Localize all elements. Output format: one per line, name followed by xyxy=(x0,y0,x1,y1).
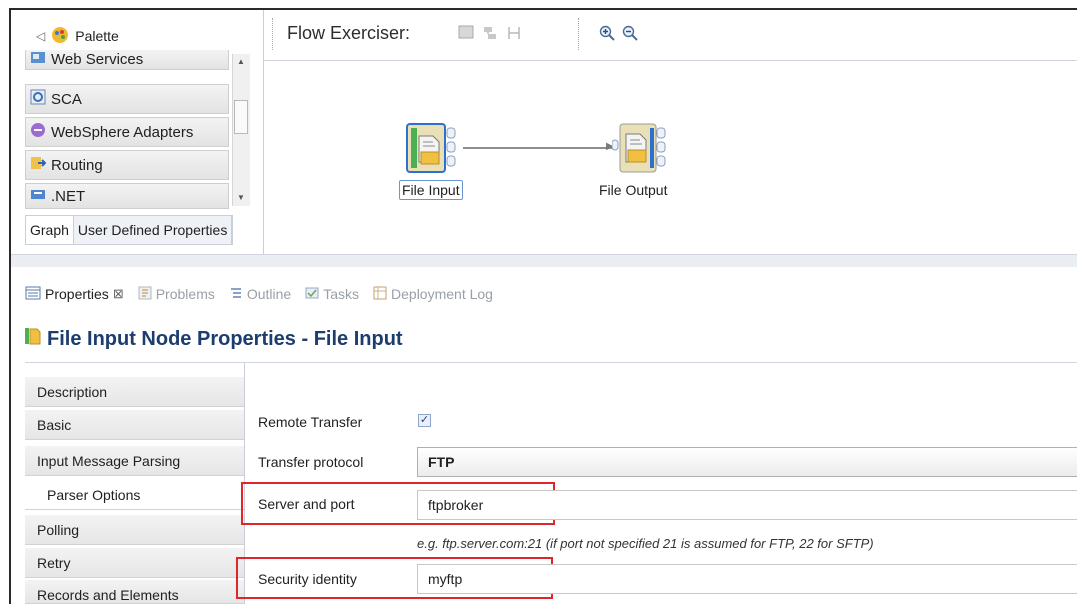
tab-user-defined-properties[interactable]: User Defined Properties xyxy=(73,216,233,244)
file-input-node-icon[interactable] xyxy=(405,122,459,174)
tab-label: Problems xyxy=(155,286,215,302)
deployment-log-icon xyxy=(373,286,387,303)
editor-tabs: Graph User Defined Properties xyxy=(25,215,234,245)
transfer-protocol-select[interactable]: FTP xyxy=(417,447,1077,477)
web-services-icon xyxy=(30,50,46,70)
send-message-icon[interactable] xyxy=(482,25,498,41)
scroll-up-icon[interactable]: ▲ xyxy=(234,56,248,68)
file-output-node-icon[interactable] xyxy=(611,122,666,174)
tab-properties[interactable]: Properties ⊠ xyxy=(25,286,124,303)
zoom-out-icon[interactable] xyxy=(622,25,638,41)
start-flow-exerciser-icon[interactable] xyxy=(458,25,474,41)
palette-item-label: .NET xyxy=(51,187,86,205)
section-input-message-parsing[interactable]: Input Message Parsing xyxy=(25,446,244,476)
tasks-icon xyxy=(305,286,319,303)
palette-icon xyxy=(51,26,69,47)
collapse-left-icon[interactable]: ◁ xyxy=(36,29,45,43)
palette-item-websphere-adapters[interactable]: WebSphere Adapters xyxy=(25,117,229,147)
tab-label: Tasks xyxy=(323,286,360,302)
close-icon[interactable]: ⊠ xyxy=(113,286,124,302)
palette-item-routing[interactable]: Routing xyxy=(25,150,229,180)
palette-label: Palette xyxy=(75,28,119,44)
palette-header[interactable]: ◁ Palette xyxy=(36,24,119,48)
toolbar-separator xyxy=(578,18,580,50)
palette-item-label: Routing xyxy=(51,156,103,174)
problems-icon xyxy=(138,286,152,303)
server-port-hint: e.g. ftp.server.com:21 (if port not spec… xyxy=(417,536,874,551)
view-divider[interactable] xyxy=(11,254,1077,267)
section-description[interactable]: Description xyxy=(25,377,244,407)
properties-title-text: File Input Node Properties - File Input xyxy=(47,327,403,350)
section-retry[interactable]: Retry xyxy=(25,548,244,578)
view-tabs: Properties ⊠ Problems Outline Tasks Depl… xyxy=(25,282,493,306)
scroll-down-icon[interactable]: ▼ xyxy=(234,192,248,204)
palette-scroll-thumb[interactable] xyxy=(234,100,248,134)
properties-icon xyxy=(25,286,41,303)
remote-transfer-label: Remote Transfer xyxy=(258,414,363,430)
security-identity-input[interactable]: myftp xyxy=(417,564,1077,594)
dotnet-icon xyxy=(30,186,46,206)
node-connection[interactable] xyxy=(463,147,613,149)
section-polling[interactable]: Polling xyxy=(25,515,244,545)
palette-item-dotnet[interactable]: .NET xyxy=(25,183,229,209)
section-basic[interactable]: Basic xyxy=(25,410,244,440)
palette-item-web-services[interactable]: Web Services xyxy=(25,50,229,70)
palette-item-label: WebSphere Adapters xyxy=(51,123,194,141)
security-identity-label: Security identity xyxy=(258,571,357,587)
file-input-node-label[interactable]: File Input xyxy=(399,180,463,200)
file-input-node-small-icon xyxy=(25,327,41,351)
recorded-messages-icon[interactable] xyxy=(506,25,522,41)
tab-label: Outline xyxy=(246,286,292,302)
palette-item-label: Web Services xyxy=(51,51,144,68)
tab-graph[interactable]: Graph xyxy=(26,216,74,244)
transfer-protocol-label: Transfer protocol xyxy=(258,454,364,470)
palette-item-sca[interactable]: SCA xyxy=(25,84,229,114)
tab-tasks[interactable]: Tasks xyxy=(305,286,359,303)
palette-item-label: SCA xyxy=(51,90,82,108)
server-and-port-input[interactable]: ftpbroker xyxy=(417,490,1077,520)
toolbar-separator xyxy=(272,18,274,50)
tab-outline[interactable]: Outline xyxy=(229,286,291,303)
websphere-adapters-icon xyxy=(30,122,46,142)
properties-title: File Input Node Properties - File Input xyxy=(25,324,403,354)
server-and-port-label: Server and port xyxy=(258,496,355,512)
tab-problems[interactable]: Problems xyxy=(138,286,215,303)
tab-label: Properties xyxy=(45,286,109,302)
outline-icon xyxy=(229,286,243,303)
remote-transfer-checkbox[interactable]: ✓ xyxy=(418,414,431,427)
flow-exerciser-label: Flow Exerciser: xyxy=(287,23,411,43)
routing-icon xyxy=(30,155,47,175)
zoom-in-icon[interactable] xyxy=(599,25,615,41)
tab-label: Deployment Log xyxy=(391,286,493,302)
tab-deployment-log[interactable]: Deployment Log xyxy=(373,286,493,303)
file-output-node-label[interactable]: File Output xyxy=(599,182,667,198)
sca-icon xyxy=(30,89,46,109)
section-parser-options[interactable]: Parser Options xyxy=(25,480,244,510)
section-records-and-elements[interactable]: Records and Elements xyxy=(25,580,244,604)
